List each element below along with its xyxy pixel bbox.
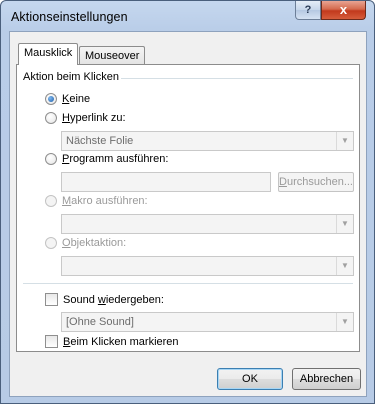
chevron-down-icon[interactable]: ▼: [336, 215, 353, 233]
radio-hyperlink[interactable]: [45, 112, 57, 124]
radio-program-row[interactable]: Programm ausführen:: [45, 153, 168, 165]
group-label: Aktion beim Klicken: [23, 71, 123, 83]
chevron-down-icon[interactable]: ▼: [336, 132, 353, 150]
tab-mouseover-label: Mouseover: [85, 50, 140, 62]
help-button[interactable]: ?: [295, 1, 321, 20]
chevron-down-icon[interactable]: ▼: [336, 313, 353, 331]
cancel-button[interactable]: Abbrechen: [292, 368, 361, 390]
radio-none-row[interactable]: Keine: [45, 93, 90, 105]
sound-combo-value: [Ohne Sound]: [66, 316, 134, 328]
tab-mausklick-label: Mausklick: [24, 47, 73, 59]
radio-hyperlink-label: Hyperlink zu:: [62, 112, 126, 124]
macro-combo[interactable]: ▼: [61, 214, 354, 234]
tab-mouseover[interactable]: Mouseover: [79, 46, 146, 66]
program-path-input[interactable]: [61, 172, 271, 192]
group-divider: [121, 78, 353, 79]
radio-object[interactable]: [45, 237, 57, 249]
highlight-checkbox[interactable]: [45, 335, 58, 348]
sound-checkbox-row[interactable]: Sound wiedergeben:: [45, 293, 164, 306]
sound-checkbox[interactable]: [45, 293, 58, 306]
highlight-checkbox-row[interactable]: Beim Klicken markieren: [45, 335, 179, 348]
browse-button-label: Durchsuchen...: [279, 176, 353, 188]
radio-program[interactable]: [45, 153, 57, 165]
radio-macro-row[interactable]: Makro ausführen:: [45, 195, 148, 207]
title-bar[interactable]: Aktionseinstellungen ? x: [1, 1, 374, 31]
radio-object-row[interactable]: Objektaktion:: [45, 237, 126, 249]
radio-program-label: Programm ausführen:: [62, 153, 169, 165]
hyperlink-combo[interactable]: Nächste Folie ▼: [61, 131, 354, 151]
chevron-down-icon[interactable]: ▼: [336, 257, 353, 275]
hyperlink-combo-value: Nächste Folie: [66, 135, 134, 147]
radio-macro-label: Makro ausführen:: [62, 195, 148, 207]
tab-panel: Aktion beim Klicken Keine Hyperlink zu: …: [16, 64, 360, 352]
browse-button[interactable]: Durchsuchen...: [278, 172, 354, 192]
close-button[interactable]: x: [321, 1, 366, 20]
radio-object-label: Objektaktion:: [62, 237, 127, 249]
sound-combo[interactable]: [Ohne Sound] ▼: [61, 312, 354, 332]
cancel-button-label: Abbrechen: [299, 373, 354, 385]
ok-button[interactable]: OK: [217, 368, 283, 390]
ok-button-label: OK: [242, 373, 258, 385]
tab-mausklick[interactable]: Mausklick: [18, 43, 79, 65]
radio-macro[interactable]: [45, 195, 57, 207]
separator: [23, 283, 353, 284]
dialog-window: Aktionseinstellungen ? x Mausklick Mouse…: [0, 0, 375, 404]
radio-none-label: Keine: [62, 93, 91, 105]
dialog-client-area: Mausklick Mouseover Aktion beim Klicken …: [9, 31, 367, 397]
object-combo[interactable]: ▼: [61, 256, 354, 276]
highlight-checkbox-label: Beim Klicken markieren: [63, 335, 179, 348]
radio-none[interactable]: [45, 93, 57, 105]
help-icon: ?: [304, 4, 312, 16]
close-icon: x: [339, 2, 348, 17]
dialog-title: Aktionseinstellungen: [11, 10, 128, 24]
sound-checkbox-label: Sound wiedergeben:: [63, 293, 164, 306]
radio-hyperlink-row[interactable]: Hyperlink zu:: [45, 112, 126, 124]
